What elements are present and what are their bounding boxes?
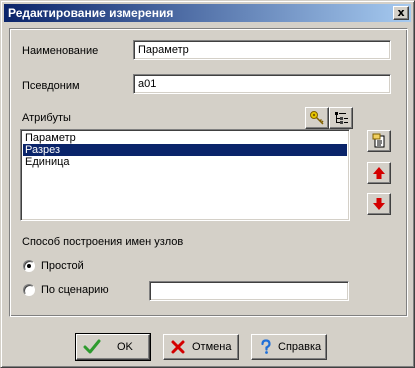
radio-simple[interactable]: [23, 260, 35, 272]
build-method-label: Способ построения имен узлов: [22, 236, 184, 248]
radio-script-label[interactable]: По сценарию: [41, 284, 109, 296]
tree-list-button[interactable]: [329, 107, 353, 129]
help-button[interactable]: Справка: [251, 334, 327, 360]
window-title: Редактирование измерения: [8, 6, 174, 20]
list-item[interactable]: Параметр: [23, 132, 347, 144]
radio-script[interactable]: [23, 284, 35, 296]
key-button[interactable]: [305, 107, 329, 129]
tree-list-icon: [335, 112, 348, 124]
move-down-button[interactable]: [367, 193, 391, 215]
move-up-button[interactable]: [367, 162, 391, 184]
close-button[interactable]: x: [393, 6, 409, 20]
edit-attribute-button[interactable]: [367, 130, 391, 152]
name-field[interactable]: Параметр: [133, 40, 391, 60]
close-icon: x: [397, 6, 405, 19]
attributes-label: Атрибуты: [22, 112, 71, 124]
attributes-list[interactable]: Параметр Разрез Единица: [20, 129, 350, 221]
edit-icon: [372, 133, 385, 148]
radio-simple-label[interactable]: Простой: [41, 260, 84, 272]
alias-field[interactable]: a01: [133, 74, 391, 94]
name-label: Наименование: [22, 45, 99, 57]
alias-label: Псевдоним: [22, 80, 80, 92]
script-field[interactable]: [149, 281, 349, 301]
help-label: Справка: [278, 341, 322, 353]
question-icon: [261, 339, 271, 354]
ok-label: OK: [117, 341, 133, 353]
list-item[interactable]: Разрез: [23, 144, 347, 156]
cancel-label: Отмена: [192, 341, 232, 353]
cancel-button[interactable]: Отмена: [163, 334, 239, 360]
list-item[interactable]: Единица: [23, 156, 347, 168]
arrow-up-icon: [373, 167, 385, 179]
title-bar[interactable]: Редактирование измерения x: [4, 4, 411, 22]
key-icon: [310, 111, 324, 125]
checkmark-icon: [83, 339, 101, 354]
ok-button[interactable]: OK: [75, 333, 151, 361]
dialog-window: Редактирование измерения x Наименование …: [0, 0, 415, 368]
arrow-down-icon: [373, 198, 385, 210]
cross-icon: [171, 340, 185, 354]
